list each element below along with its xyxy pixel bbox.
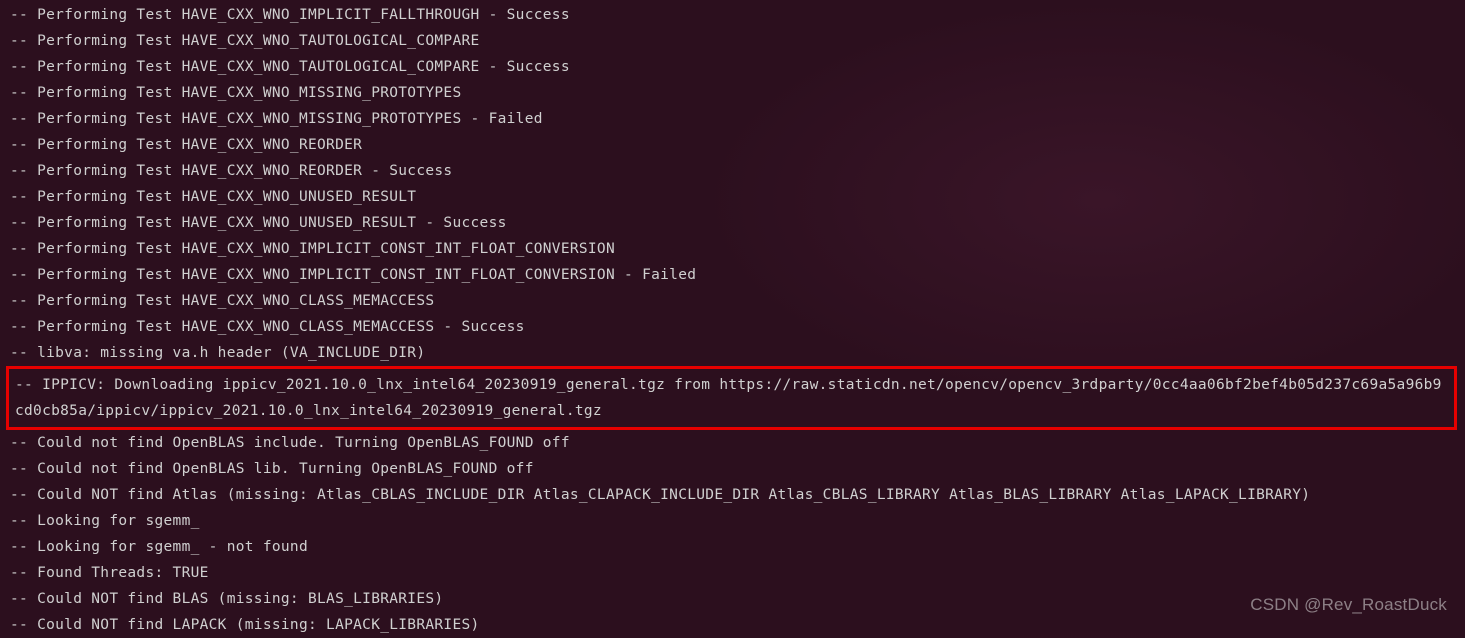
terminal-line: -- Found Threads: TRUE: [0, 560, 1465, 586]
terminal-line: -- Could not find OpenBLAS include. Turn…: [0, 430, 1465, 456]
terminal-line: -- Could NOT find LAPACK (missing: LAPAC…: [0, 612, 1465, 638]
terminal-line: -- Performing Test HAVE_CXX_WNO_UNUSED_R…: [0, 210, 1465, 236]
terminal-line: -- Performing Test HAVE_CXX_WNO_IMPLICIT…: [0, 262, 1465, 288]
terminal-line: -- Performing Test HAVE_CXX_WNO_TAUTOLOG…: [0, 28, 1465, 54]
terminal-line: -- Performing Test HAVE_CXX_WNO_MISSING_…: [0, 80, 1465, 106]
terminal-line: -- Could NOT find Atlas (missing: Atlas_…: [0, 482, 1465, 508]
terminal-line: -- Performing Test HAVE_CXX_WNO_TAUTOLOG…: [0, 54, 1465, 80]
terminal-line: -- Performing Test HAVE_CXX_WNO_CLASS_ME…: [0, 288, 1465, 314]
terminal-line: -- Performing Test HAVE_CXX_WNO_MISSING_…: [0, 106, 1465, 132]
terminal-line: -- Performing Test HAVE_CXX_WNO_CLASS_ME…: [0, 314, 1465, 340]
terminal-line: -- Looking for sgemm_ - not found: [0, 534, 1465, 560]
highlighted-annotation: -- IPPICV: Downloading ippicv_2021.10.0_…: [6, 366, 1457, 430]
terminal-line: -- Performing Test HAVE_CXX_WNO_REORDER …: [0, 158, 1465, 184]
terminal-line: -- Looking for sgemm_: [0, 508, 1465, 534]
terminal-line: -- Could not find OpenBLAS lib. Turning …: [0, 456, 1465, 482]
terminal-line: -- Performing Test HAVE_CXX_WNO_IMPLICIT…: [0, 2, 1465, 28]
terminal-output[interactable]: -- Performing Test HAVE_CXX_WNO_IMPLICIT…: [0, 2, 1465, 638]
terminal-line: -- Performing Test HAVE_CXX_WNO_UNUSED_R…: [0, 184, 1465, 210]
terminal-line-highlighted: -- IPPICV: Downloading ippicv_2021.10.0_…: [11, 372, 1452, 424]
terminal-line: -- libva: missing va.h header (VA_INCLUD…: [0, 340, 1465, 366]
terminal-line: -- Performing Test HAVE_CXX_WNO_IMPLICIT…: [0, 236, 1465, 262]
watermark-text: CSDN @Rev_RoastDuck: [1250, 595, 1447, 615]
terminal-line: -- Performing Test HAVE_CXX_WNO_REORDER: [0, 132, 1465, 158]
terminal-line: -- Could NOT find BLAS (missing: BLAS_LI…: [0, 586, 1465, 612]
